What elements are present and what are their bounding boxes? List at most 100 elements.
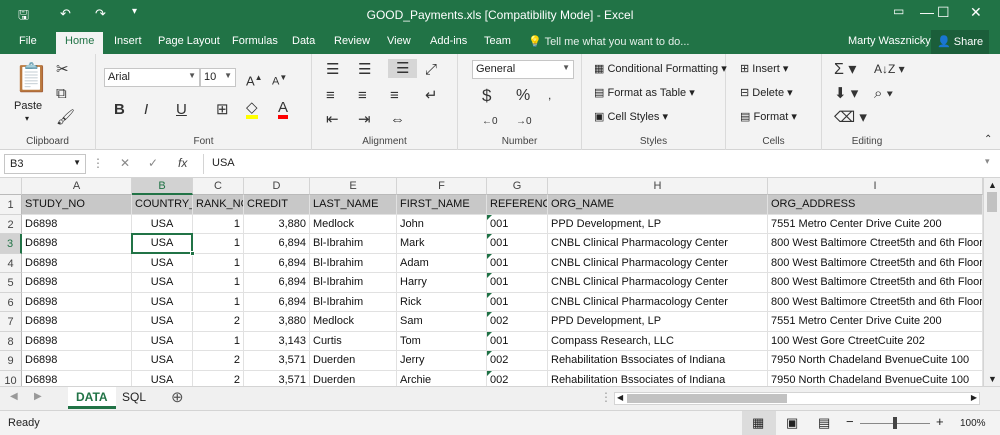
scroll-down-icon[interactable]: ▼ bbox=[988, 374, 997, 384]
underline-icon[interactable]: U bbox=[176, 102, 187, 117]
data-cell[interactable]: 002 bbox=[487, 370, 548, 386]
data-cell[interactable]: 7950 North Chadeland BvenueCuite 100 bbox=[768, 370, 983, 386]
data-cell[interactable]: 6,894 bbox=[244, 273, 310, 293]
italic-icon[interactable]: I bbox=[144, 102, 148, 117]
formula-input[interactable]: USA bbox=[203, 154, 995, 174]
paste-icon[interactable]: 📋 bbox=[14, 64, 49, 92]
align-bottom-icon[interactable]: ☰ bbox=[388, 59, 418, 78]
data-cell[interactable]: 001 bbox=[487, 273, 548, 293]
format-as-table-button[interactable]: ▤ Format as Table ▾ bbox=[594, 86, 695, 99]
fill-icon[interactable]: ⬇ ▾ bbox=[834, 86, 858, 101]
row-header-7[interactable]: 7 bbox=[0, 312, 22, 332]
zoom-out-icon[interactable]: − bbox=[846, 414, 854, 429]
column-header-e[interactable]: E bbox=[310, 178, 397, 195]
data-cell[interactable]: 3,143 bbox=[244, 331, 310, 351]
data-cell[interactable]: 001 bbox=[487, 214, 548, 234]
data-cell[interactable]: Rehabilitation Bssociates of Indiana bbox=[548, 370, 768, 386]
find-select-icon[interactable]: ⌕ ▾ bbox=[874, 86, 893, 101]
decrease-decimal-icon[interactable]: →0 bbox=[516, 114, 532, 129]
data-cell[interactable]: 3,880 bbox=[244, 312, 310, 332]
align-middle-icon[interactable]: ☰ bbox=[358, 62, 371, 77]
data-cell[interactable]: PPD Development, LP bbox=[548, 312, 768, 332]
page-layout-view-icon[interactable]: ▣ bbox=[786, 415, 798, 431]
minimize-button[interactable]: — bbox=[920, 4, 934, 20]
scroll-right-icon[interactable]: ▶ bbox=[971, 393, 977, 402]
conditional-formatting-button[interactable]: ▦ Conditional Formatting ▾ bbox=[594, 62, 727, 75]
font-color-icon[interactable]: A bbox=[278, 100, 289, 119]
row-header-5[interactable]: 5 bbox=[0, 273, 22, 293]
prev-sheet-icon[interactable]: ◀ bbox=[10, 391, 18, 402]
data-cell[interactable]: USA bbox=[132, 292, 193, 312]
sort-filter-icon[interactable]: A↓Z ▾ bbox=[874, 62, 905, 77]
data-cell[interactable]: D6898 bbox=[22, 214, 132, 234]
add-sheet-icon[interactable]: ⊕ bbox=[171, 388, 184, 406]
data-cell[interactable]: 100 West Gore CtreetCuite 202 bbox=[768, 331, 983, 351]
tab-formulas[interactable]: Formulas bbox=[232, 35, 278, 47]
column-title-cell[interactable]: FIRST_NAME bbox=[397, 195, 487, 215]
data-cell[interactable]: USA bbox=[132, 331, 193, 351]
data-cell[interactable]: PPD Development, LP bbox=[548, 214, 768, 234]
insert-function-icon[interactable]: fx bbox=[178, 156, 187, 170]
paste-button[interactable]: Paste bbox=[14, 100, 42, 112]
data-cell[interactable]: Rick bbox=[397, 292, 487, 312]
data-cell[interactable]: 001 bbox=[487, 253, 548, 273]
expand-formula-bar-icon[interactable]: ▾ bbox=[985, 156, 990, 167]
zoom-slider-thumb[interactable] bbox=[893, 417, 897, 429]
vertical-scrollbar[interactable]: ▲ ▼ bbox=[983, 178, 1000, 386]
data-cell[interactable]: Bl-Ibrahim bbox=[310, 234, 397, 254]
format-painter-icon[interactable]: 🖌 bbox=[56, 110, 75, 125]
horizontal-scroll-thumb[interactable] bbox=[627, 394, 787, 403]
data-cell[interactable]: D6898 bbox=[22, 253, 132, 273]
column-title-cell[interactable]: STUDY_NO bbox=[22, 195, 132, 215]
data-cell[interactable]: 7551 Metro Center Drive Cuite 200 bbox=[768, 312, 983, 332]
font-name-select[interactable]: Arial ▼ bbox=[104, 68, 200, 87]
borders-icon[interactable]: ⊞ bbox=[216, 102, 229, 117]
wrap-text-icon[interactable]: ↵ bbox=[425, 88, 438, 103]
data-cell[interactable]: 3,571 bbox=[244, 370, 310, 386]
data-cell[interactable]: Bl-Ibrahim bbox=[310, 292, 397, 312]
fill-color-icon[interactable]: ◇ bbox=[246, 100, 258, 119]
data-cell[interactable]: 6,894 bbox=[244, 253, 310, 273]
data-cell[interactable]: Compass Research, LLC bbox=[548, 331, 768, 351]
tab-insert[interactable]: Insert bbox=[114, 35, 142, 47]
horizontal-scrollbar[interactable]: ◀ ▶ bbox=[614, 392, 980, 405]
percent-icon[interactable]: % bbox=[516, 88, 530, 104]
data-cell[interactable]: Bl-Ibrahim bbox=[310, 253, 397, 273]
data-cell[interactable]: 1 bbox=[193, 253, 244, 273]
collapse-ribbon-icon[interactable]: ⌃ bbox=[984, 132, 992, 147]
data-cell[interactable]: D6898 bbox=[22, 292, 132, 312]
data-cell[interactable]: 1 bbox=[193, 292, 244, 312]
insert-cells-button[interactable]: ⊞ Insert ▾ bbox=[740, 62, 788, 75]
column-header-b[interactable]: B bbox=[132, 178, 193, 195]
share-button[interactable]: 👤 Share bbox=[931, 30, 989, 54]
column-header-f[interactable]: F bbox=[397, 178, 487, 195]
data-cell[interactable]: 2 bbox=[193, 351, 244, 371]
data-cell[interactable]: 7551 Metro Center Drive Cuite 200 bbox=[768, 214, 983, 234]
column-header-i[interactable]: I bbox=[768, 178, 983, 195]
tab-file[interactable]: File bbox=[19, 35, 37, 47]
data-cell[interactable]: Jerry bbox=[397, 351, 487, 371]
zoom-in-icon[interactable]: + bbox=[936, 414, 944, 429]
increase-decimal-icon[interactable]: ←0 bbox=[482, 114, 498, 129]
data-cell[interactable]: CNBL Clinical Pharmacology Center bbox=[548, 253, 768, 273]
data-cell[interactable]: 2 bbox=[193, 312, 244, 332]
number-format-select[interactable]: General ▼ bbox=[472, 60, 574, 79]
data-cell[interactable]: Medlock bbox=[310, 312, 397, 332]
data-cell[interactable]: Tom bbox=[397, 331, 487, 351]
comma-style-icon[interactable]: , bbox=[548, 88, 551, 103]
data-cell[interactable]: 800 West Baltimore Ctreet5th and 6th Flo… bbox=[768, 292, 983, 312]
scroll-up-icon[interactable]: ▲ bbox=[988, 180, 997, 190]
normal-view-icon[interactable]: ▦ bbox=[752, 415, 764, 431]
column-header-d[interactable]: D bbox=[244, 178, 310, 195]
data-cell[interactable]: USA bbox=[132, 351, 193, 371]
data-cell[interactable]: D6898 bbox=[22, 312, 132, 332]
data-cell[interactable]: D6898 bbox=[22, 273, 132, 293]
data-cell[interactable]: USA bbox=[132, 273, 193, 293]
increase-indent-icon[interactable]: ⇥ bbox=[358, 112, 371, 127]
name-box[interactable]: B3 ▼ bbox=[4, 154, 86, 174]
tab-review[interactable]: Review bbox=[334, 35, 370, 47]
font-size-select[interactable]: 10 ▼ bbox=[200, 68, 236, 87]
row-header-9[interactable]: 9 bbox=[0, 351, 22, 371]
data-cell[interactable]: USA bbox=[132, 214, 193, 234]
column-title-cell[interactable]: CREDIT bbox=[244, 195, 310, 215]
